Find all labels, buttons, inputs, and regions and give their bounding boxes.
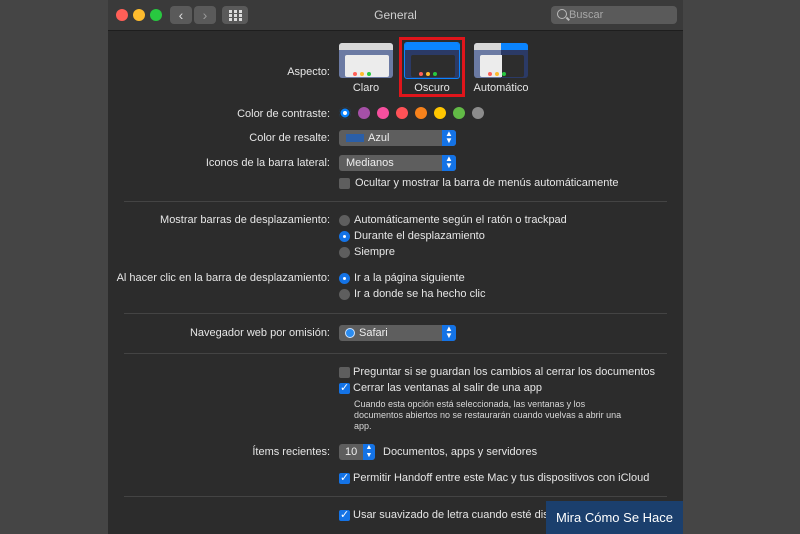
contrast-swatch-purple[interactable] bbox=[358, 107, 370, 119]
scroll-click-radio-spot[interactable] bbox=[339, 289, 350, 300]
recent-items-stepper[interactable]: 10 ▲ ▼ bbox=[339, 444, 375, 460]
chevron-updown-icon: ▲ ▼ bbox=[442, 325, 456, 341]
appearance-label: Aspecto: bbox=[287, 66, 330, 78]
appearance-auto-label: Automático bbox=[473, 82, 529, 94]
close-windows-help-1: Cuando esta opción está seleccionada, la… bbox=[354, 399, 586, 409]
contrast-swatch-yellow[interactable] bbox=[434, 107, 446, 119]
scroll-bars-radio-auto[interactable] bbox=[339, 215, 350, 226]
scroll-bars-label: Mostrar barras de desplazamiento: bbox=[160, 214, 330, 226]
handoff-checkbox[interactable] bbox=[339, 471, 350, 484]
contrast-swatch-graphite[interactable] bbox=[472, 107, 484, 119]
appearance-light-thumb[interactable] bbox=[339, 43, 393, 78]
close-windows-label: Cerrar las ventanas al salir de una app bbox=[353, 382, 542, 394]
sidebar-icons-select[interactable]: Medianos ▲ ▼ bbox=[339, 155, 456, 171]
contrast-label: Color de contraste: bbox=[237, 108, 330, 120]
handoff-label: Permitir Handoff entre este Mac y tus di… bbox=[353, 472, 650, 484]
search-icon bbox=[557, 9, 567, 19]
recent-items-label: Ítems recientes: bbox=[252, 446, 330, 458]
search-input[interactable] bbox=[569, 6, 669, 24]
highlight-select[interactable]: Azul ▲ ▼ bbox=[339, 130, 456, 146]
divider bbox=[124, 496, 667, 497]
menu-bar-checkbox[interactable] bbox=[339, 178, 350, 189]
close-windows-help-2: documentos abiertos no se restaurarán cu… bbox=[354, 410, 622, 420]
search-box[interactable] bbox=[551, 6, 677, 24]
preferences-window: ‹ › General Aspecto: Claro Oscuro bbox=[108, 0, 683, 534]
contrast-swatch-blue[interactable] bbox=[339, 107, 351, 119]
scroll-click-option-next-page: Ir a la página siguiente bbox=[354, 272, 465, 284]
browser-value: Safari bbox=[359, 327, 388, 339]
ask-save-label: Preguntar si se guardan los cambios al c… bbox=[353, 366, 656, 378]
chevron-updown-icon: ▲ ▼ bbox=[442, 155, 456, 171]
scroll-bars-radio-scrolling[interactable] bbox=[339, 231, 350, 242]
close-windows-checkbox[interactable] bbox=[339, 381, 350, 394]
title-bar: ‹ › General bbox=[108, 0, 683, 31]
scroll-bars-radio-always[interactable] bbox=[339, 247, 350, 258]
contrast-swatch-orange[interactable] bbox=[415, 107, 427, 119]
divider bbox=[124, 313, 667, 314]
close-windows-help-3: app. bbox=[354, 421, 372, 431]
divider bbox=[124, 353, 667, 354]
menu-bar-label: Ocultar y mostrar la barra de menús auto… bbox=[355, 177, 619, 189]
sidebar-icons-label: Iconos de la barra lateral: bbox=[205, 157, 330, 169]
contrast-swatch-pink[interactable] bbox=[377, 107, 389, 119]
font-smoothing-label: Usar suavizado de letra cuando esté dis bbox=[353, 509, 549, 521]
scroll-bars-option-auto: Automáticamente según el ratón o trackpa… bbox=[354, 214, 567, 226]
scroll-click-label: Al hacer clic en la barra de desplazamie… bbox=[116, 272, 330, 284]
scroll-click-option-spot: Ir a donde se ha hecho clic bbox=[354, 288, 486, 300]
color-chip bbox=[346, 134, 364, 143]
scroll-click-radio-next-page[interactable] bbox=[339, 273, 350, 284]
highlight-frame bbox=[399, 37, 465, 97]
font-smoothing-checkbox[interactable] bbox=[339, 508, 350, 521]
scroll-bars-option-scrolling: Durante el desplazamiento bbox=[354, 230, 485, 242]
browser-label: Navegador web por omisión: bbox=[189, 327, 330, 339]
highlight-label: Color de resalte: bbox=[249, 132, 330, 144]
chevron-updown-icon: ▲ ▼ bbox=[363, 444, 375, 460]
sidebar-icons-value: Medianos bbox=[346, 157, 394, 169]
ask-save-checkbox[interactable] bbox=[339, 367, 350, 378]
contrast-swatch-red[interactable] bbox=[396, 107, 408, 119]
highlight-value: Azul bbox=[368, 132, 390, 144]
appearance-light-label: Claro bbox=[352, 82, 380, 94]
watermark: Mira Cómo Se Hace bbox=[546, 501, 683, 534]
divider bbox=[124, 201, 667, 202]
safari-icon bbox=[345, 328, 355, 338]
appearance-auto-thumb[interactable] bbox=[474, 43, 528, 78]
recent-items-value: 10 bbox=[345, 446, 358, 458]
contrast-swatch-green[interactable] bbox=[453, 107, 465, 119]
recent-items-suffix: Documentos, apps y servidores bbox=[383, 446, 538, 458]
browser-select[interactable]: Safari ▲ ▼ bbox=[339, 325, 456, 341]
chevron-updown-icon: ▲ ▼ bbox=[442, 130, 456, 146]
scroll-bars-option-always: Siempre bbox=[354, 246, 395, 258]
